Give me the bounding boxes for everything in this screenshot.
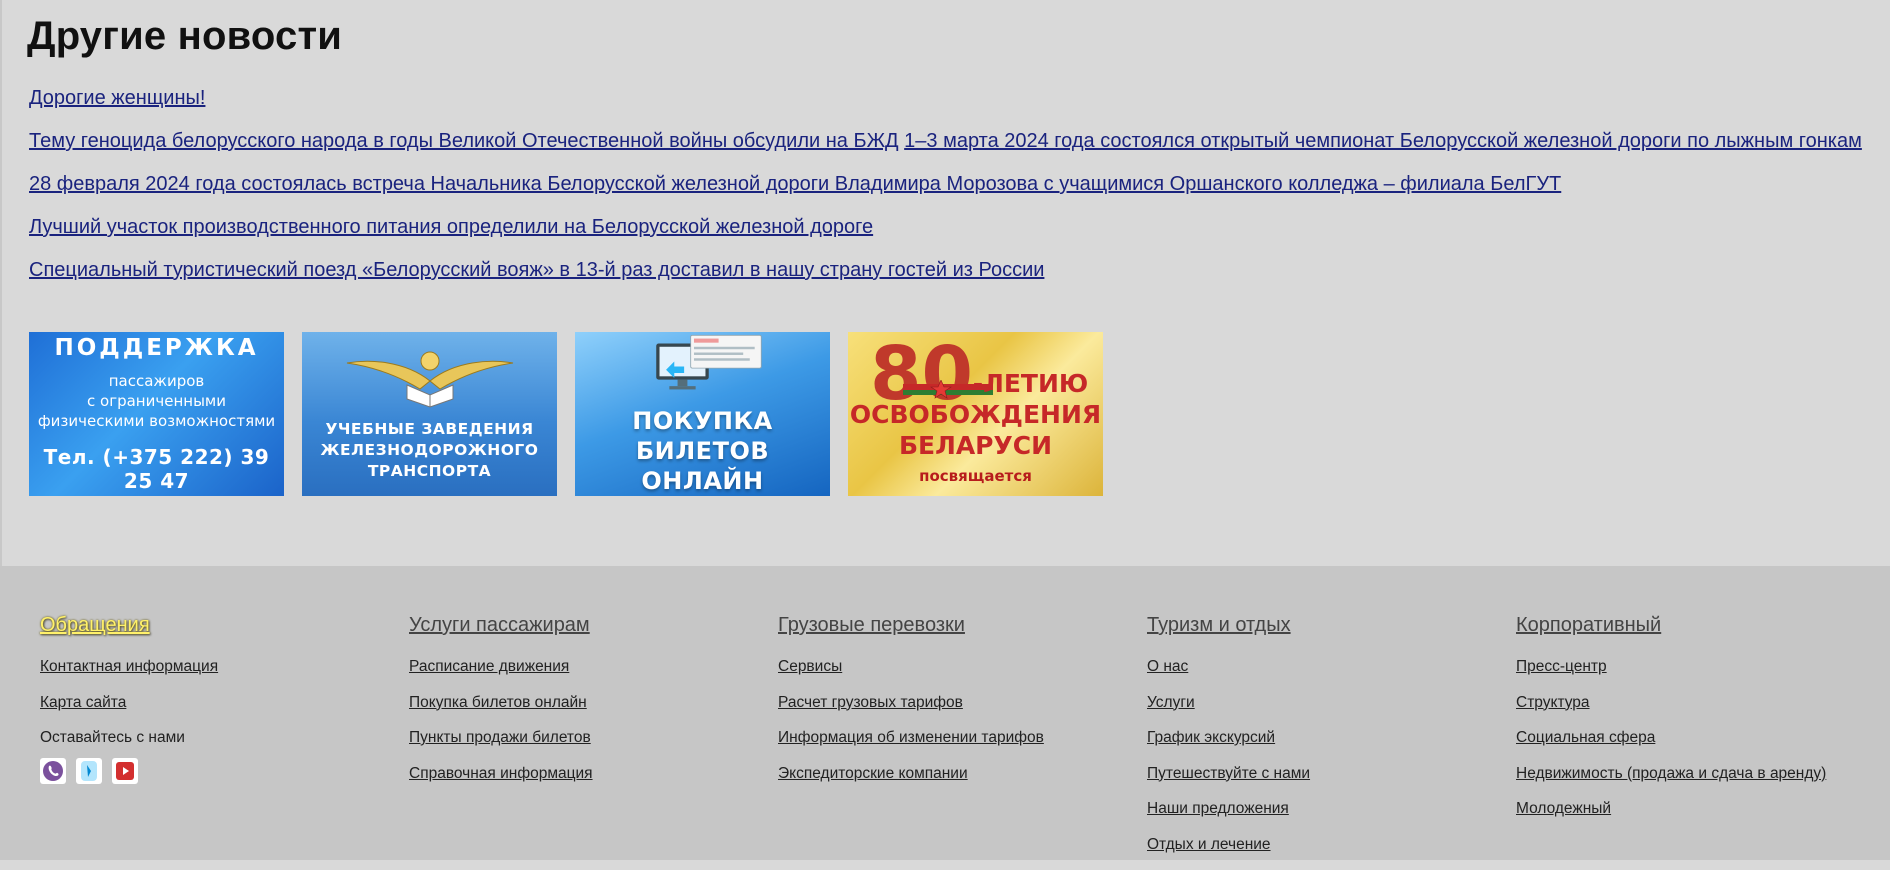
banner-buy-tickets-online[interactable]: ПОКУПКА БИЛЕТОВ ОНЛАЙН [575, 332, 830, 496]
list-item: Тему геноцида белорусского народа в годы… [29, 127, 1862, 170]
footer-column-passenger-services: Услуги пассажирам Расписание движения По… [409, 614, 593, 799]
banner-text: ТРАНСПОРТА [367, 461, 492, 480]
wings-book-icon [346, 351, 513, 408]
footer-column-freight: Грузовые перевозки Сервисы Расчет грузов… [778, 614, 1044, 799]
banner-title: ПОДДЕРЖКА [54, 335, 259, 361]
news-link[interactable]: Лучший участок производственного питания… [29, 216, 873, 238]
news-link[interactable]: Дорогие женщины! [29, 87, 205, 109]
banner-text: физическими возможностями [37, 412, 276, 430]
list-item: 28 февраля 2024 года состоялась встреча … [29, 170, 1862, 213]
banner-text: с ограниченными [87, 392, 226, 410]
footer-link[interactable]: Услуги [1147, 694, 1195, 711]
banner-text: ОСВОБОЖДЕНИЯ [849, 400, 1102, 429]
stay-with-us-label: Оставайтесь с нами [40, 729, 185, 746]
footer-link[interactable]: Структура [1516, 694, 1590, 711]
footer-link[interactable]: Пресс-центр [1516, 658, 1607, 675]
page-title: Другие новости [27, 14, 343, 58]
banner-row: ПОДДЕРЖКА пассажиров с ограниченными физ… [29, 332, 1103, 496]
footer-link[interactable]: Сервисы [778, 658, 842, 675]
footer-column-corporate: Корпоративный Пресс-центр Структура Соци… [1516, 614, 1826, 835]
list-item: Специальный туристический поезд «Белорус… [29, 256, 1862, 299]
banner-80-years-liberation[interactable]: 80 -ЛЕТИЮ ОСВОБОЖДЕНИЯ БЕЛАРУСИ посвящае… [848, 332, 1103, 496]
footer-column-appeals: Обращения Контактная информация Карта са… [40, 614, 218, 784]
footer-link[interactable]: Расчет грузовых тарифов [778, 694, 963, 711]
footer-link[interactable]: Молодежный [1516, 800, 1611, 817]
footer-heading-link[interactable]: Корпоративный [1516, 614, 1661, 636]
footer-link[interactable]: Отдых и лечение [1147, 836, 1271, 853]
list-item: Дорогие женщины! [29, 84, 1862, 127]
footer-link[interactable]: Контактная информация [40, 658, 218, 675]
banner-text-block: -ЛЕТИЮ ОСВОБОЖДЕНИЯ БЕЛАРУСИ посвящается [848, 368, 1103, 492]
banner-text: ПОКУПКА БИЛЕТОВ [632, 407, 773, 465]
banner-text: УЧЕБНЫЕ ЗАВЕДЕНИЯ [325, 419, 534, 438]
news-link[interactable]: 28 февраля 2024 года состоялась встреча … [29, 173, 1561, 195]
footer-heading-link[interactable]: Обращения [40, 614, 150, 636]
youtube-icon[interactable] [112, 757, 138, 784]
footer-link[interactable]: Расписание движения [409, 658, 569, 675]
footer-link[interactable]: График экскурсий [1147, 729, 1275, 746]
footer-link[interactable]: Социальная сфера [1516, 729, 1655, 746]
banner-text: ОНЛАЙН [641, 467, 764, 495]
footer-link[interactable]: О нас [1147, 658, 1188, 675]
banner-phone: Тел. (+375 222) 39 25 47 [43, 445, 270, 493]
news-link[interactable]: Тему геноцида белорусского народа в годы… [29, 130, 899, 152]
news-link[interactable]: 1–3 марта 2024 года состоялся открытый ч… [904, 130, 1862, 152]
news-list: Дорогие женщины! Тему геноцида белорусск… [29, 84, 1862, 299]
computer-ticket-icon [655, 334, 762, 390]
footer-link[interactable]: Справочная информация [409, 765, 593, 782]
footer: Обращения Контактная информация Карта са… [0, 566, 1890, 860]
footer-link[interactable]: Покупка билетов онлайн [409, 694, 587, 711]
banner-text: БЕЛАРУСИ [898, 431, 1053, 460]
footer-column-tourism: Туризм и отдых О нас Услуги График экску… [1147, 614, 1310, 870]
footer-link[interactable]: Пункты продажи билетов [409, 729, 591, 746]
footer-heading-link[interactable]: Туризм и отдых [1147, 614, 1291, 636]
footer-link[interactable]: Путешествуйте с нами [1147, 765, 1310, 782]
footer-link[interactable]: Наши предложения [1147, 800, 1289, 817]
social-links [40, 757, 218, 784]
footer-heading-link[interactable]: Грузовые перевозки [778, 614, 965, 636]
footer-link[interactable]: Недвижимость (продажа и сдача в аренду) [1516, 765, 1826, 782]
footer-heading-link[interactable]: Услуги пассажирам [409, 614, 590, 636]
banner-education[interactable]: УЧЕБНЫЕ ЗАВЕДЕНИЯ ЖЕЛЕЗНОДОРОЖНОГО ТРАНС… [302, 332, 557, 496]
banner-text: пассажиров [108, 372, 205, 390]
footer-link[interactable]: Экспедиторские компании [778, 765, 968, 782]
banner-text: ЖЕЛЕЗНОДОРОЖНОГО [320, 440, 539, 459]
banner-passenger-support[interactable]: ПОДДЕРЖКА пассажиров с ограниченными физ… [29, 332, 284, 496]
list-item: Лучший участок производственного питания… [29, 213, 1862, 256]
viber-icon[interactable] [40, 757, 66, 784]
telegram-icon[interactable] [76, 757, 102, 784]
banner-text: посвящается [919, 467, 1032, 485]
footer-link[interactable]: Информация об изменении тарифов [778, 729, 1044, 746]
main-content: Другие новости Дорогие женщины! Тему ген… [0, 0, 1890, 566]
footer-link[interactable]: Карта сайта [40, 694, 126, 711]
news-link[interactable]: Специальный туристический поезд «Белорус… [29, 259, 1044, 281]
banner-text: -ЛЕТИЮ [972, 369, 1089, 398]
